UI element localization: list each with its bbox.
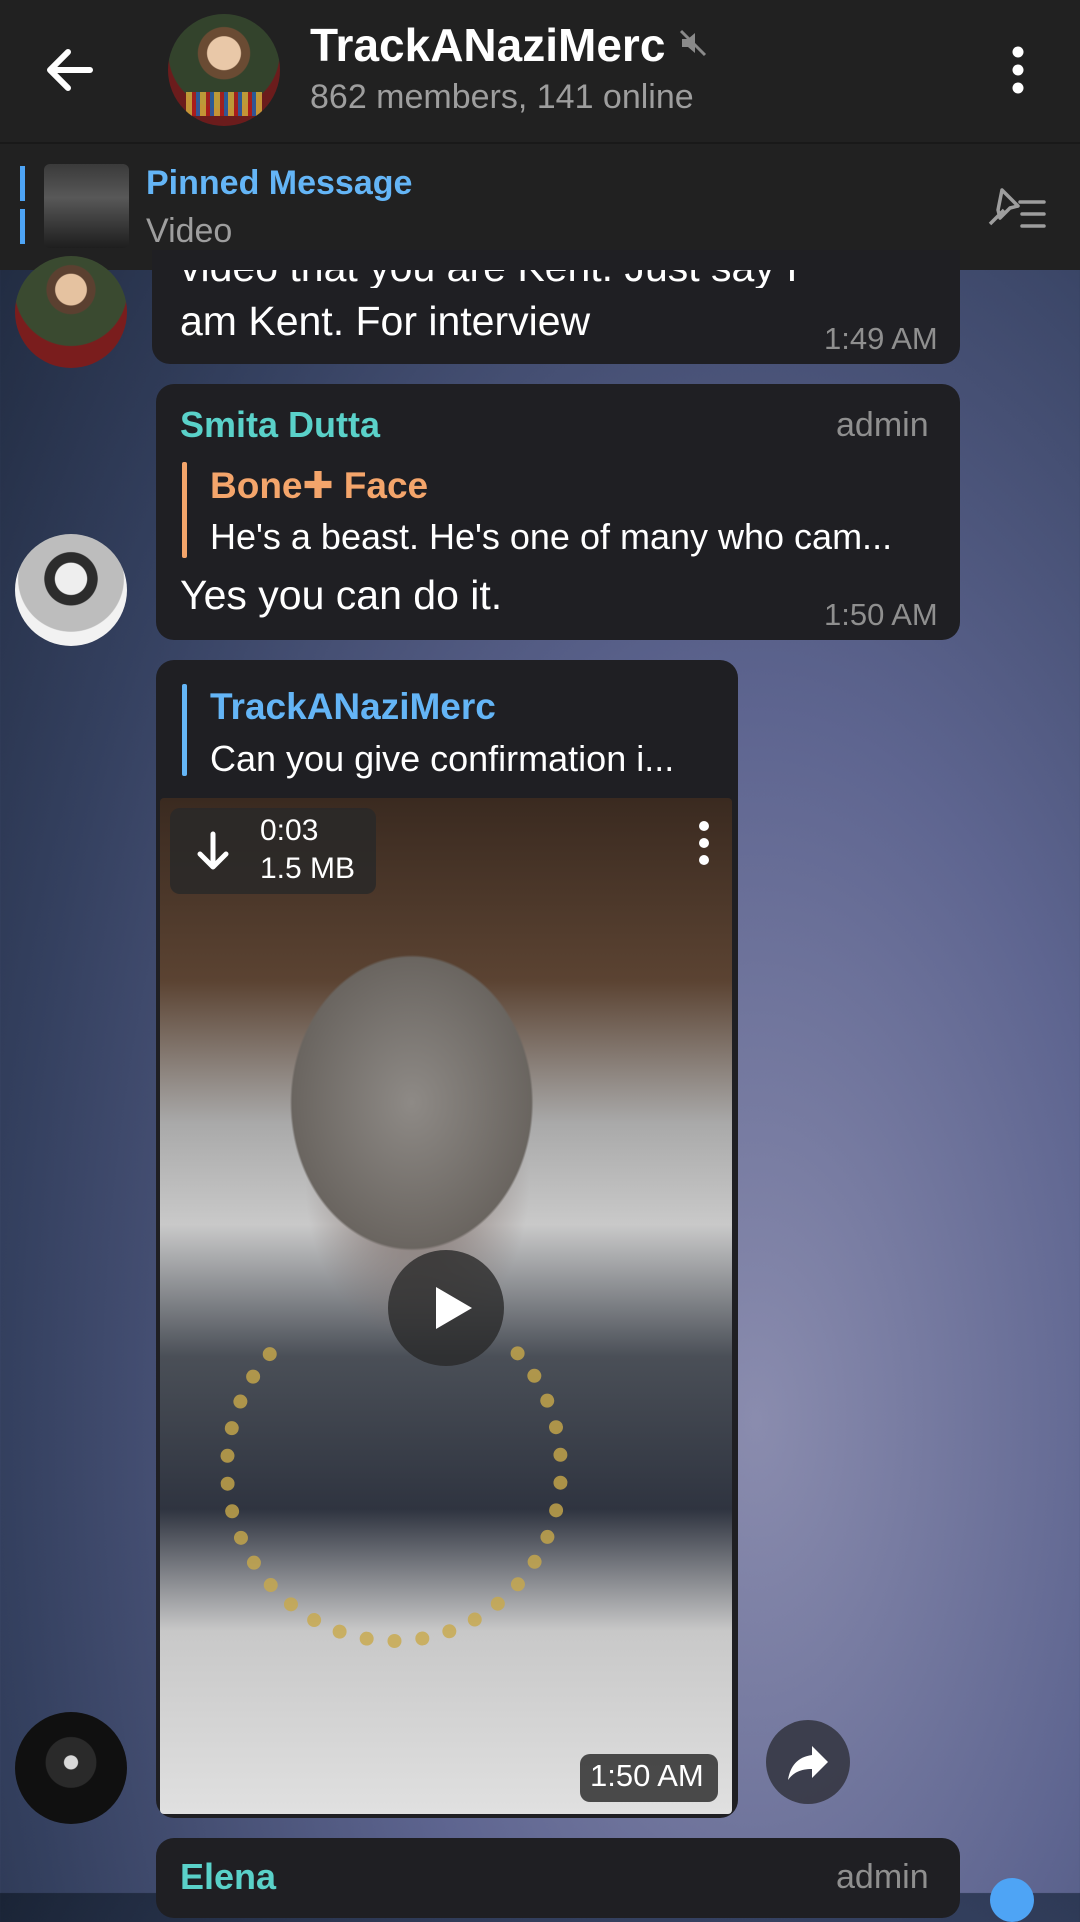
reply-preview-text[interactable]: Can you give confirmation i...: [210, 738, 710, 780]
channel-avatar[interactable]: [168, 14, 280, 126]
admin-badge: admin: [836, 1858, 929, 1896]
pinned-message-preview: Video: [146, 212, 233, 250]
message-time: 1:49 AM: [824, 321, 938, 356]
message-time: 1:50 AM: [824, 597, 938, 632]
video-file-size: 1.5 MB: [260, 852, 356, 885]
download-arrow-icon[interactable]: [190, 828, 236, 874]
pinned-video-thumbnail: [44, 164, 129, 248]
pinned-indicator: [20, 166, 25, 244]
sender-name[interactable]: Smita Dutta: [180, 404, 380, 446]
reply-indicator: [182, 462, 187, 558]
channel-title[interactable]: TrackANaziMerc: [310, 18, 665, 72]
forward-arrow-icon: [788, 1746, 828, 1780]
reply-sender-name[interactable]: TrackANaziMerc: [210, 686, 496, 728]
video-more-icon[interactable]: [694, 818, 714, 868]
scroll-down-button[interactable]: [990, 1878, 1034, 1922]
message-text-line: am Kent. For interview: [180, 298, 591, 344]
pinned-list-icon[interactable]: [980, 180, 1050, 236]
message-text-line: video that you are Kent. Just say I: [180, 270, 798, 288]
reply-sender-name[interactable]: Bone✚ Face: [210, 464, 428, 507]
video-content-detail: [220, 1290, 568, 1648]
reply-preview-text[interactable]: He's a beast. He's one of many who cam..…: [210, 516, 940, 558]
back-arrow-icon[interactable]: [40, 40, 100, 100]
message-text: Yes you can do it.: [180, 572, 503, 618]
sender-name[interactable]: Elena: [180, 1856, 276, 1898]
message-time: 1:50 AM: [590, 1758, 704, 1793]
channel-member-count: 862 members, 141 online: [310, 78, 694, 116]
reply-indicator: [182, 684, 187, 776]
admin-badge: admin: [836, 406, 929, 444]
more-options-icon[interactable]: [1000, 42, 1036, 98]
sender-avatar[interactable]: [15, 256, 127, 368]
sender-avatar[interactable]: [15, 1712, 127, 1824]
video-duration: 0:03: [260, 814, 319, 847]
pinned-message-label: Pinned Message: [146, 164, 413, 202]
sender-avatar[interactable]: [15, 534, 127, 646]
play-icon: [436, 1287, 472, 1329]
muted-speaker-icon: [679, 29, 707, 57]
